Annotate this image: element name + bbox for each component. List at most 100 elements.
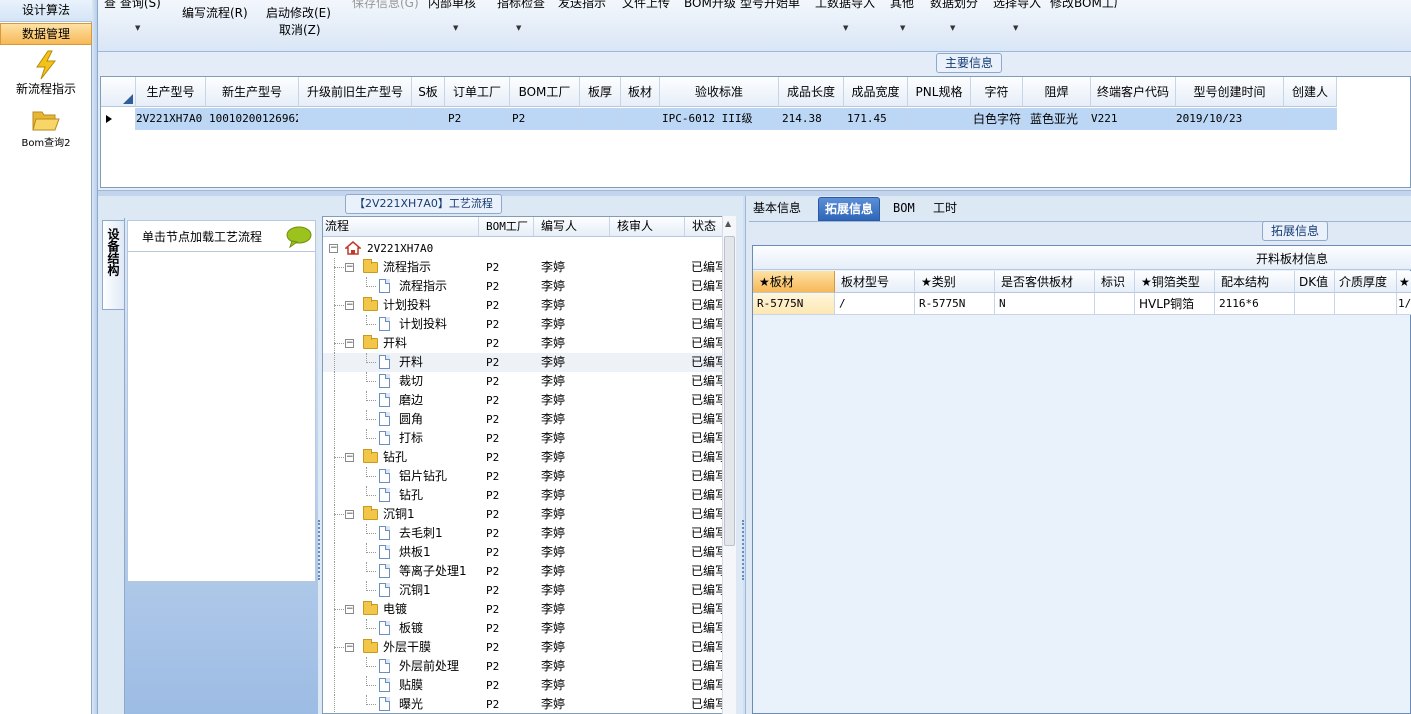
table-cell[interactable]: [621, 108, 660, 130]
toolbar-query-button[interactable]: 查 查询(S): [104, 0, 161, 11]
tree-folder-node[interactable]: − 流程指示 P2 李婷 已编写: [323, 258, 723, 277]
table-cell[interactable]: 2116*6: [1215, 293, 1295, 314]
toolbar-select-import-button[interactable]: 选择导入: [993, 0, 1041, 11]
column-header[interactable]: 字符: [971, 77, 1023, 107]
toolbar-other-button[interactable]: 其他: [890, 0, 914, 11]
column-header[interactable]: 验收标准: [660, 77, 779, 107]
table-cell[interactable]: 10010200126962: [206, 108, 299, 130]
chevron-down-icon[interactable]: ▼: [950, 24, 955, 32]
column-header[interactable]: BOM工厂: [480, 217, 534, 236]
toolbar-internal-review-button[interactable]: 内部单核: [428, 0, 476, 11]
column-header[interactable]: 终端客户代码: [1091, 77, 1176, 107]
column-header[interactable]: ★类别: [915, 271, 995, 293]
column-header[interactable]: BOM工厂: [510, 77, 580, 107]
tree-folder-node[interactable]: − 开料 P2 李婷 已编写: [323, 334, 723, 353]
toolbar-cancel-button[interactable]: 取消(Z): [279, 21, 321, 38]
collapse-icon[interactable]: −: [345, 605, 354, 614]
table-cell[interactable]: 214.38: [779, 108, 844, 130]
column-header[interactable]: 型号创建时间: [1176, 77, 1284, 107]
table-cell[interactable]: [908, 108, 971, 130]
table-cell[interactable]: 171.45: [844, 108, 908, 130]
tree-leaf-node[interactable]: 沉铜1 P2 李婷 已编写: [323, 581, 723, 600]
tab-bom[interactable]: BOM: [887, 197, 921, 221]
device-structure-list[interactable]: [127, 252, 316, 582]
tree-leaf-node[interactable]: 板镀 P2 李婷 已编写: [323, 619, 723, 638]
column-header[interactable]: 升级前旧生产型号: [299, 77, 412, 107]
tree-leaf-node[interactable]: 裁切 P2 李婷 已编写: [323, 372, 723, 391]
chevron-down-icon[interactable]: ▼: [516, 24, 521, 32]
splitter-grip[interactable]: [742, 520, 746, 580]
table-cell[interactable]: R-5775N: [915, 293, 995, 314]
tree-leaf-node[interactable]: 计划投料 P2 李婷 已编写: [323, 315, 723, 334]
table-cell[interactable]: N: [995, 293, 1095, 314]
toolbar-index-check-button[interactable]: 指标检查: [497, 0, 545, 11]
table-cell[interactable]: [1095, 293, 1135, 314]
table-cell[interactable]: V221: [1091, 108, 1176, 130]
tree-scrollbar[interactable]: ▲: [722, 216, 736, 714]
column-header[interactable]: 新生产型号: [206, 77, 299, 107]
tab-basic-info[interactable]: 基本信息: [747, 197, 807, 221]
tree-leaf-node[interactable]: 曝光 P2 李婷 已编写: [323, 695, 723, 713]
column-header[interactable]: 流程: [325, 217, 479, 236]
chevron-down-icon[interactable]: ▼: [900, 24, 905, 32]
collapse-icon[interactable]: −: [345, 301, 354, 310]
table-cell[interactable]: 蓝色亚光: [1023, 108, 1091, 130]
column-header[interactable]: 状态: [686, 217, 726, 236]
collapse-icon[interactable]: −: [345, 339, 354, 348]
column-header[interactable]: 板材型号: [835, 271, 915, 293]
row-indicator[interactable]: [101, 108, 136, 130]
table-cell[interactable]: P2: [445, 108, 510, 130]
tree-folder-node[interactable]: − 钻孔 P2 李婷 已编写: [323, 448, 723, 467]
table-cell[interactable]: [1284, 108, 1337, 130]
table-cell[interactable]: 1/: [1397, 293, 1411, 314]
table-cell[interactable]: 2019/10/23: [1176, 108, 1284, 130]
column-header[interactable]: 配本结构: [1215, 271, 1295, 293]
column-header[interactable]: PNL规格: [908, 77, 971, 107]
scrollbar-thumb[interactable]: [724, 236, 735, 546]
collapse-icon[interactable]: −: [345, 643, 354, 652]
table-cell[interactable]: [580, 108, 621, 130]
column-header[interactable]: ★: [1397, 271, 1411, 293]
column-header[interactable]: 创建人: [1284, 77, 1337, 107]
column-header[interactable]: 成品宽度: [844, 77, 908, 107]
chevron-down-icon[interactable]: ▼: [453, 24, 458, 32]
tree-folder-node[interactable]: − 电镀 P2 李婷 已编写: [323, 600, 723, 619]
collapse-icon[interactable]: −: [345, 510, 354, 519]
chevron-down-icon[interactable]: ▼: [843, 24, 848, 32]
toolbar-file-upload-button[interactable]: 文件上传: [622, 0, 670, 11]
column-header[interactable]: 板材: [621, 77, 660, 107]
nav-design-algorithm[interactable]: 设计算法: [0, 0, 92, 22]
table-cell[interactable]: 白色字符: [971, 108, 1023, 130]
tree-folder-node[interactable]: − 外层干膜 P2 李婷 已编写: [323, 638, 723, 657]
tree-leaf-node[interactable]: 去毛刺1 P2 李婷 已编写: [323, 524, 723, 543]
column-header[interactable]: 介质厚度: [1335, 271, 1397, 293]
toolbar-modify-bom-factory-button[interactable]: 修改BOM工厂: [1050, 0, 1126, 11]
column-header[interactable]: 板厚: [580, 77, 621, 107]
tab-work-hours[interactable]: 工时: [927, 197, 963, 221]
table-cell[interactable]: 2V221XH7A0: [136, 108, 206, 130]
table-cell[interactable]: R-5775N: [753, 293, 835, 314]
toolbar-model-start-button[interactable]: 型号开始单: [740, 0, 800, 11]
column-header[interactable]: S板: [412, 77, 445, 107]
column-header[interactable]: 核审人: [611, 217, 685, 236]
column-header[interactable]: 阻焊: [1023, 77, 1091, 107]
collapse-icon[interactable]: −: [345, 263, 354, 272]
table-cell[interactable]: [1335, 293, 1397, 314]
tree-root-node[interactable]: − 2V221XH7A0: [323, 239, 723, 258]
column-header[interactable]: DK值: [1295, 271, 1335, 293]
grid-corner[interactable]: [101, 77, 136, 107]
column-header[interactable]: 订单工厂: [445, 77, 510, 107]
nav-bom-query2[interactable]: Bom查询2: [0, 108, 92, 154]
table-row[interactable]: 2V221XH7A0 10010200126962 P2 P2 IPC-6012…: [101, 108, 1337, 130]
column-header[interactable]: ★铜箔类型: [1135, 271, 1215, 293]
toolbar-save-button[interactable]: 保存信息(G): [352, 0, 419, 11]
toolbar-data-import-button[interactable]: 工数据导入: [815, 0, 875, 11]
tree-leaf-node[interactable]: 流程指示 P2 李婷 已编写: [323, 277, 723, 296]
toolbar-write-flow-button[interactable]: 编写流程(R): [182, 4, 248, 21]
tree-leaf-node[interactable]: 铝片钻孔 P2 李婷 已编写: [323, 467, 723, 486]
column-header[interactable]: 成品长度: [779, 77, 844, 107]
tree-leaf-node[interactable]: 打标 P2 李婷 已编写: [323, 429, 723, 448]
tree-folder-node[interactable]: − 沉铜1 P2 李婷 已编写: [323, 505, 723, 524]
scroll-up-icon[interactable]: ▲: [725, 219, 731, 228]
tree-leaf-node[interactable]: 钻孔 P2 李婷 已编写: [323, 486, 723, 505]
